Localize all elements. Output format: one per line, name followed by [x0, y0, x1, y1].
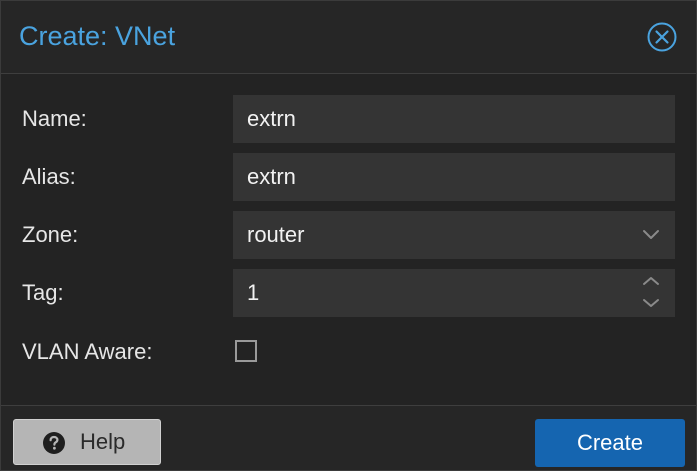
dialog-titlebar: Create: VNet: [1, 1, 696, 74]
help-button[interactable]: Help: [13, 419, 161, 465]
alias-value: extrn: [247, 164, 296, 189]
tag-number-field[interactable]: 1: [233, 269, 675, 317]
close-circle-icon: [647, 22, 677, 52]
create-vnet-dialog: Create: VNet Name: extrn Alias: extrn Zo…: [0, 0, 697, 471]
tag-spinner[interactable]: [637, 269, 665, 317]
spinner-icon: [643, 277, 659, 307]
alias-row: Alias: extrn: [1, 153, 696, 201]
zone-label: Zone:: [22, 222, 79, 247]
chevron-down-icon: [643, 230, 659, 239]
tag-value: 1: [247, 280, 260, 305]
alias-field[interactable]: extrn: [233, 153, 675, 201]
alias-label: Alias:: [22, 164, 76, 189]
dialog-footer: Help Create: [1, 406, 696, 470]
name-value: extrn: [247, 106, 296, 131]
name-row: Name: extrn: [1, 95, 696, 143]
name-label: Name:: [22, 106, 87, 131]
create-button[interactable]: Create: [535, 419, 685, 467]
tag-label: Tag:: [22, 280, 64, 305]
tag-row: Tag: 1: [1, 269, 696, 317]
name-field[interactable]: extrn: [233, 95, 675, 143]
zone-row: Zone: router: [1, 211, 696, 259]
dialog-body: Name: extrn Alias: extrn Zone: router Ta…: [1, 74, 696, 406]
close-button[interactable]: [646, 21, 678, 53]
dialog-title: Create: VNet: [19, 21, 176, 51]
vlan-aware-checkbox[interactable]: [235, 340, 257, 362]
question-circle-icon: [43, 432, 65, 454]
vlan-aware-label: VLAN Aware:: [22, 339, 153, 364]
zone-value: router: [247, 222, 305, 247]
create-label: Create: [576, 430, 644, 455]
vlan-aware-row: VLAN Aware:: [1, 328, 696, 376]
zone-select[interactable]: router: [233, 211, 675, 259]
help-label: Help: [80, 429, 126, 454]
zone-dropdown-trigger[interactable]: [637, 211, 665, 259]
